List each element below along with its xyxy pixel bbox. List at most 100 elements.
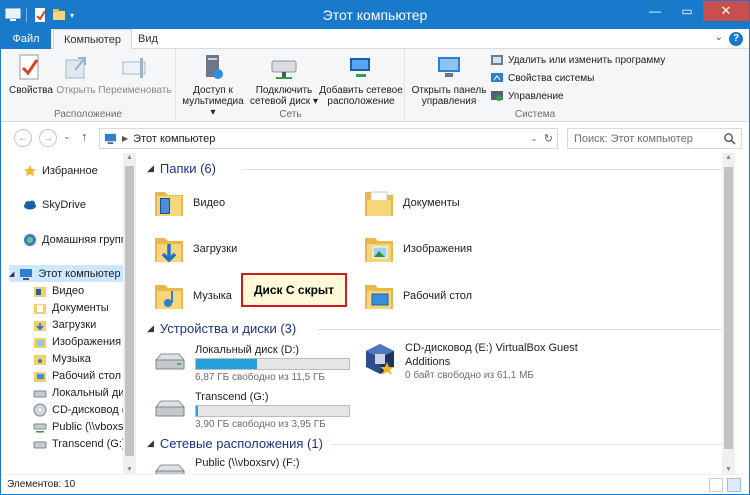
folder-documents[interactable]: Документы	[363, 181, 460, 225]
nav-label-local-disk: Локальный диск	[52, 386, 123, 399]
nav-label-pictures: Изображения	[52, 335, 122, 348]
open-button[interactable]: Открыть	[56, 52, 96, 96]
collapse-icon: ◢	[147, 323, 154, 333]
maximize-button[interactable]: ▭	[671, 1, 703, 21]
details-view-icon[interactable]	[709, 478, 723, 492]
network-drive-icon	[33, 423, 47, 432]
section-folders[interactable]: ◢ Папки (6)	[147, 161, 727, 176]
drive-local-d[interactable]: Локальный диск (D:) 6,87 ГБ свободно из …	[153, 344, 350, 383]
section-devices[interactable]: ◢ Устройства и диски (3)	[147, 321, 727, 336]
search-input[interactable]	[574, 132, 724, 145]
nav-item-music[interactable]: Музыка	[33, 350, 91, 367]
folder-pictures[interactable]: Изображения	[363, 227, 472, 271]
nav-item-downloads[interactable]: Загрузки	[33, 316, 96, 333]
folder-desktop-icon	[34, 371, 46, 382]
forward-button[interactable]: →	[39, 129, 57, 147]
drive-usage-fill	[196, 406, 198, 416]
media-access-label-1: Доступ к	[193, 85, 233, 96]
ribbon-collapse-icon[interactable]: ⌄	[715, 32, 723, 46]
section-divider	[332, 444, 722, 445]
control-panel-button[interactable]: Открыть панель управления	[410, 52, 488, 107]
nav-item-skydrive[interactable]: SkyDrive	[23, 196, 86, 213]
nav-item-homegroup[interactable]: Домашняя группа	[23, 231, 133, 248]
map-drive-button[interactable]: Подключить сетевой диск ▾	[249, 52, 319, 107]
star-icon	[24, 164, 36, 176]
expand-icon[interactable]: ◢	[9, 270, 14, 278]
folder-documents-icon	[365, 191, 393, 216]
map-drive-label-2: сетевой диск	[250, 96, 311, 107]
network-drive-icon	[154, 464, 186, 474]
up-button[interactable]: ↑	[81, 129, 88, 144]
ribbon-tabs: Файл Компьютер Вид ⌄ ?	[1, 29, 749, 50]
search-icon[interactable]	[723, 132, 736, 145]
refresh-icon[interactable]: ↻	[544, 132, 553, 145]
nav-scrollbar[interactable]: ▲ ▼	[123, 153, 136, 474]
nav-item-cd-drive[interactable]: CD-дисковод (E:	[33, 401, 123, 418]
section-divider	[317, 329, 722, 330]
network-drive-icon	[271, 60, 297, 79]
minimize-button[interactable]: —	[639, 1, 671, 21]
nav-label-documents: Документы	[52, 301, 109, 314]
address-history-icon[interactable]: ⌄	[530, 133, 538, 144]
content-scrollbar[interactable]: ▲ ▼	[722, 153, 735, 474]
system-properties-label: Свойства системы	[508, 72, 595, 84]
nav-item-documents[interactable]: Документы	[33, 299, 109, 316]
scroll-down-icon[interactable]: ▼	[123, 466, 136, 473]
tab-view[interactable]: Вид	[128, 29, 168, 50]
scroll-up-icon[interactable]: ▲	[722, 154, 735, 161]
system-properties-button[interactable]: Свойства системы	[490, 70, 594, 86]
nav-item-public-share[interactable]: Public (\\vboxsrv	[33, 418, 123, 435]
window-controls: — ▭ ✕	[639, 1, 749, 21]
tiles-view-icon[interactable]	[727, 478, 741, 492]
nav-scroll-thumb[interactable]	[125, 166, 134, 456]
breadcrumb[interactable]: Этот компьютер	[133, 133, 215, 145]
system-properties-icon	[491, 73, 503, 82]
uninstall-button[interactable]: Удалить или изменить программу	[490, 52, 665, 68]
nav-item-local-disk[interactable]: Локальный диск	[33, 384, 123, 401]
recent-locations-icon[interactable]: ⌄	[63, 131, 71, 142]
network-location-name: Public (\\vboxsrv) (F:)	[195, 457, 300, 469]
network-info: Public (\\vboxsrv) (F:)	[195, 457, 300, 474]
scroll-down-icon[interactable]: ▼	[722, 466, 735, 473]
add-location-label-1: Добавить сетевое	[319, 85, 403, 96]
add-network-location-button[interactable]: Добавить сетевое расположение	[317, 52, 405, 107]
folder-video-icon	[34, 286, 46, 297]
folder-music[interactable]: Музыка	[153, 274, 232, 318]
folder-music-icon	[155, 285, 183, 309]
content-scroll-thumb[interactable]	[724, 167, 733, 449]
folder-video[interactable]: Видео	[153, 181, 225, 225]
nav-label-favorites: Избранное	[42, 164, 98, 177]
properties-button[interactable]: Свойства	[9, 52, 53, 96]
close-button[interactable]: ✕	[703, 1, 749, 21]
rename-button[interactable]: Переименовать	[97, 52, 173, 96]
back-button[interactable]: ←	[14, 129, 32, 147]
scroll-up-icon[interactable]: ▲	[123, 154, 136, 161]
drive-transcend-g[interactable]: Transcend (G:) 3,90 ГБ свободно из 3,95 …	[153, 391, 350, 430]
nav-item-video[interactable]: Видео	[33, 282, 84, 299]
nav-item-pictures[interactable]: Изображения	[33, 333, 121, 350]
nav-item-favorites[interactable]: Избранное	[23, 162, 98, 179]
ribbon-controls: ⌄ ?	[715, 32, 743, 46]
group-label-network: Сеть	[279, 109, 302, 120]
tab-file[interactable]: Файл	[1, 29, 51, 49]
nav-item-this-pc[interactable]: ◢ Этот компьютер	[9, 265, 123, 282]
drive-cd-e[interactable]: CD-дисковод (E:) VirtualBox Guest Additi…	[363, 342, 578, 381]
section-network[interactable]: ◢ Сетевые расположения (1)	[147, 436, 727, 451]
control-panel-icon	[438, 57, 460, 77]
nav-label-video: Видео	[52, 284, 85, 297]
nav-item-desktop[interactable]: Рабочий стол	[33, 367, 121, 384]
folder-desktop[interactable]: Рабочий стол	[363, 274, 472, 318]
homegroup-icon	[24, 233, 36, 246]
help-icon[interactable]: ?	[729, 32, 743, 46]
group-label-system: Система	[514, 109, 556, 120]
drive-free-space: 3,90 ГБ свободно из 3,95 ГБ	[195, 419, 326, 430]
properties-label: Свойства	[9, 85, 53, 96]
network-location-public[interactable]: Public (\\vboxsrv) (F:)	[153, 457, 300, 474]
folder-downloads[interactable]: Загрузки	[153, 227, 237, 271]
tab-computer[interactable]: Компьютер	[53, 29, 132, 50]
manage-button[interactable]: Управление	[490, 88, 564, 104]
uninstall-label: Удалить или изменить программу	[508, 54, 666, 66]
address-bar[interactable]: ▶ Этот компьютер ⌄ ↻	[99, 128, 558, 149]
folder-downloads-icon	[34, 320, 46, 331]
nav-item-transcend[interactable]: Transcend (G:)	[33, 435, 123, 452]
